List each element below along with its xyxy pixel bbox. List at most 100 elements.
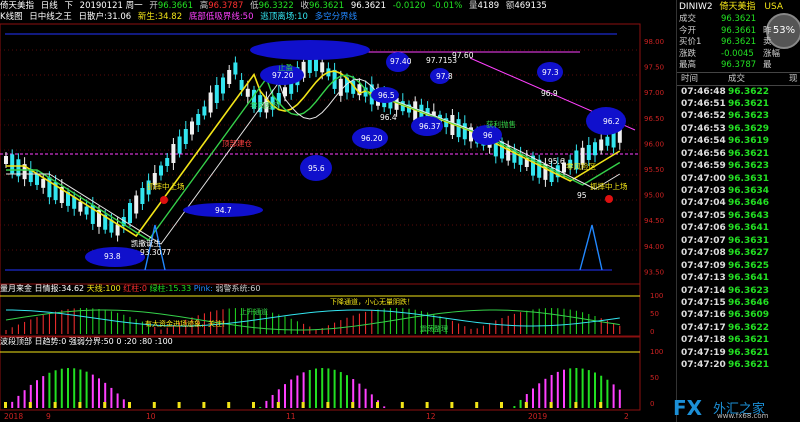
- change-pct: -0.01%: [432, 1, 463, 11]
- legend-ind6: 多空分界线: [314, 12, 358, 22]
- trade-row[interactable]: 07:46:52 96.3623: [677, 110, 800, 122]
- label-zero1: 零风险区: [250, 100, 280, 110]
- open-value: 开96.3661: [149, 1, 193, 11]
- p3-tick: 100: [650, 348, 663, 356]
- trade-row[interactable]: 07:47:20 96.3621: [677, 359, 800, 371]
- label-r5: 96.2: [603, 117, 620, 126]
- label-r4: 95: [577, 191, 587, 200]
- trade-header-time: 时间: [681, 73, 699, 84]
- price-tick: 94.00: [644, 243, 664, 251]
- trade-row[interactable]: 07:47:18 96.3621: [677, 334, 800, 346]
- quote-row: 成交 96.3621: [679, 14, 757, 24]
- label-mid1: 95.6: [308, 164, 325, 173]
- label-top4: 97.8: [436, 72, 453, 81]
- trade-row[interactable]: 07:46:51 96.3621: [677, 98, 800, 110]
- trade-row[interactable]: 07:47:09 96.3625: [677, 260, 800, 272]
- p2-warn-text: 下降通道，小心无量阴跌！: [330, 297, 414, 306]
- quote-panel: DINIW2 倚天美指 USA 53% 成交 96.3621 今开 96.3661 昨买…: [673, 0, 800, 422]
- trade-row[interactable]: 07:46:56 96.3621: [677, 148, 800, 160]
- chart-canvas: 93.8 93.3077 凯撒诞生 94.7 95.6 97.20 97.40 …: [0, 23, 664, 421]
- trade-row[interactable]: 07:47:08 96.3627: [677, 247, 800, 259]
- p2-legend-3: 红柱:0: [123, 284, 148, 293]
- label-birth: 凯撒诞生: [131, 238, 161, 248]
- trade-row[interactable]: 07:47:19 96.3621: [677, 347, 800, 359]
- p2-text-a: 有大资金进场迹象，关注！: [145, 319, 229, 328]
- legend-kline[interactable]: K线图: [0, 12, 23, 22]
- label-low2: 93.3077: [140, 248, 171, 257]
- watermark-logo: FX 外汇之家 www.fx68.com: [673, 396, 797, 422]
- label-a3: 96.20: [361, 134, 383, 143]
- label-low1: 93.8: [104, 252, 121, 261]
- p2-text-c: 震荡整理: [420, 324, 448, 333]
- p2-legend-6: 弱警系统:60: [215, 284, 261, 293]
- indicator2-axis: 100 50 0: [650, 292, 663, 336]
- legend-ind5: 逃顶离场:10: [260, 12, 308, 22]
- quote-row: 买价1 96.3621 卖: [679, 37, 772, 47]
- label-r2: 96.9: [541, 89, 558, 98]
- trade-row[interactable]: 07:46:59 96.3623: [677, 160, 800, 172]
- title-bar: 倚天美指 日线 下 20190121 周一 开96.3661 高96.3787 …: [0, 0, 676, 12]
- panel2-legend: 量月来金 日情报:34.62 天线:100 红柱:0 绿柱:15.33 Pink…: [0, 284, 260, 294]
- trade-header-price: 成交: [728, 73, 746, 84]
- label-top2: 97.40: [390, 57, 412, 66]
- trade-row[interactable]: 07:47:15 96.3646: [677, 297, 800, 309]
- legend-ind3: 新生:34.82: [137, 12, 183, 22]
- p2-legend-1: 日情报:34.62: [34, 284, 85, 293]
- label-top1: 97.20: [272, 71, 294, 80]
- p3-legend-2: 强弱分界:50: [68, 337, 114, 346]
- instrument-name: 倚天美指: [0, 1, 35, 11]
- amount-value: 额469135: [505, 1, 547, 11]
- date-tick: 2019: [528, 412, 547, 421]
- label-a2: 96.4: [380, 113, 397, 122]
- buy-dot-2: [605, 195, 613, 203]
- trade-row[interactable]: 07:46:53 96.3629: [677, 123, 800, 135]
- legend-ind1[interactable]: 日中线之王: [29, 12, 72, 22]
- legend-ind2: 日散户:31.06: [78, 12, 132, 22]
- label-buy1: 抓摔中上场: [147, 181, 185, 191]
- trade-row[interactable]: 07:47:14 96.3623: [677, 285, 800, 297]
- trade-row[interactable]: 07:47:03 96.3634: [677, 185, 800, 197]
- wave-bars: [4, 368, 621, 408]
- trade-row[interactable]: 07:47:05 96.3643: [677, 210, 800, 222]
- kline-legend: K线图 日中线之王 日散户:31.06 新生:34.82 底部低吸界线:50 逃…: [0, 12, 676, 23]
- quote-row: 涨跌 -0.0045 涨幅: [679, 48, 781, 59]
- trade-row[interactable]: 07:47:06 96.3641: [677, 222, 800, 234]
- quote-rows: 成交 96.3621 今开 96.3661 昨买价1 96.3621 卖涨跌 -0.0045 涨…: [677, 14, 800, 72]
- label-a5: 96: [483, 131, 493, 140]
- trade-row[interactable]: 07:46:54 96.3619: [677, 135, 800, 147]
- watermark-fx: FX: [673, 396, 703, 420]
- price-tick: 96.00: [644, 140, 664, 148]
- price-axis: 98.00 97.50 97.00 96.50 96.00 95.50 95.00 94.50…: [644, 38, 664, 276]
- trade-row[interactable]: 07:47:07 96.3631: [677, 235, 800, 247]
- quote-row: 今开 96.3661 昨: [679, 25, 772, 36]
- trade-header-vol: 现: [789, 73, 798, 84]
- trade-row[interactable]: 07:47:13 96.3641: [677, 272, 800, 284]
- label-profit: 止盈: [278, 62, 293, 72]
- trade-row[interactable]: 07:47:00 96.3631: [677, 173, 800, 185]
- date-axis: 2018 9 10 11 12 2019 2: [4, 412, 629, 421]
- date: 20190121 周一: [79, 1, 143, 11]
- label-low3: 94.7: [215, 206, 232, 215]
- indicator2-line-cyan: [5, 309, 620, 327]
- p2-tick: 0: [650, 328, 654, 336]
- trade-list[interactable]: 07:46:48 96.3622 07:46:51 96.3621 07:46:52 96…: [677, 86, 800, 372]
- label-r3: 95.6: [548, 157, 565, 166]
- label-top5: 97.60: [452, 51, 474, 60]
- symbol: DINIW2: [679, 2, 713, 12]
- p3-legend-3: 0: [116, 337, 122, 346]
- trade-row[interactable]: 07:47:17 96.3622: [677, 322, 800, 334]
- label-a1: 96.5: [378, 91, 395, 100]
- indicator2-line: [5, 309, 620, 331]
- price-tick: 97.50: [644, 64, 664, 72]
- p3-legend-1: 日趋势:0: [34, 337, 67, 346]
- volume-value: 量4189: [468, 1, 500, 11]
- trade-row[interactable]: 07:47:04 96.3646: [677, 197, 800, 209]
- trade-row[interactable]: 07:46:48 96.3622: [677, 86, 800, 98]
- date-tick: 11: [286, 412, 296, 421]
- p2-text-b: 上升通道: [240, 307, 268, 316]
- p3-legend-4: :20: [123, 337, 137, 346]
- label-a4: 96.37: [419, 122, 441, 131]
- label-buy2: 抓摔中上场: [590, 181, 628, 191]
- trade-row[interactable]: 07:47:16 96.3609: [677, 309, 800, 321]
- price-tick: 95.00: [644, 192, 664, 200]
